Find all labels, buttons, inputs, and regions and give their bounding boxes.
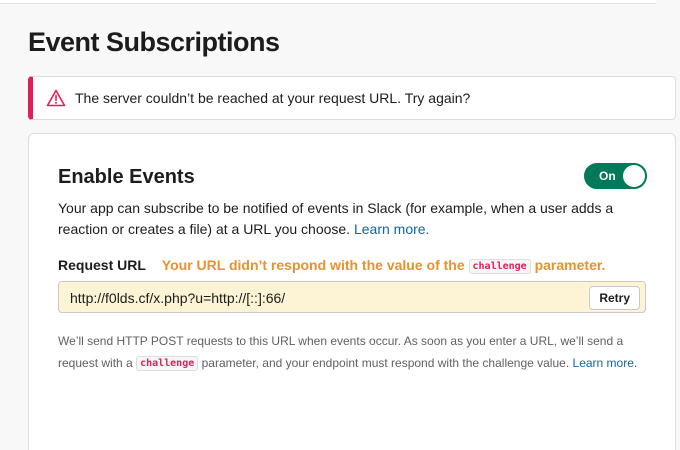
challenge-code: challenge bbox=[468, 259, 531, 274]
section-title: Enable Events bbox=[58, 166, 195, 188]
error-suffix: parameter. bbox=[534, 257, 606, 273]
top-bar bbox=[0, 0, 656, 4]
toggle-knob bbox=[623, 165, 645, 187]
description-text: Your app can subscribe to be notified of… bbox=[58, 200, 614, 237]
section-description: Your app can subscribe to be notified of… bbox=[58, 198, 628, 240]
request-url-input[interactable] bbox=[70, 290, 570, 306]
request-url-error: Your URL didn’t respond with the value o… bbox=[161, 257, 606, 274]
help-challenge-code: challenge bbox=[136, 356, 199, 371]
error-prefix: Your URL didn’t respond with the value o… bbox=[161, 257, 465, 273]
request-url-field: Retry bbox=[58, 281, 646, 313]
request-url-label-row: Request URL Your URL didn’t respond with… bbox=[58, 257, 606, 274]
error-alert: The server couldn’t be reached at your r… bbox=[28, 76, 676, 120]
request-url-label: Request URL bbox=[58, 257, 146, 273]
help-learn-more-link[interactable]: Learn more. bbox=[573, 356, 638, 370]
request-url-help: We’ll send HTTP POST requests to this UR… bbox=[58, 330, 650, 375]
retry-button[interactable]: Retry bbox=[589, 286, 640, 310]
enable-events-card: Enable Events On Your app can subscribe … bbox=[28, 133, 676, 450]
alert-message: The server couldn’t be reached at your r… bbox=[75, 90, 471, 106]
help-text-part2: parameter, and your endpoint must respon… bbox=[201, 356, 570, 370]
page-title: Event Subscriptions bbox=[28, 27, 280, 57]
learn-more-link[interactable]: Learn more. bbox=[354, 221, 429, 237]
warning-icon bbox=[46, 88, 66, 108]
enable-events-toggle[interactable]: On bbox=[584, 163, 647, 189]
toggle-label: On bbox=[599, 169, 616, 183]
